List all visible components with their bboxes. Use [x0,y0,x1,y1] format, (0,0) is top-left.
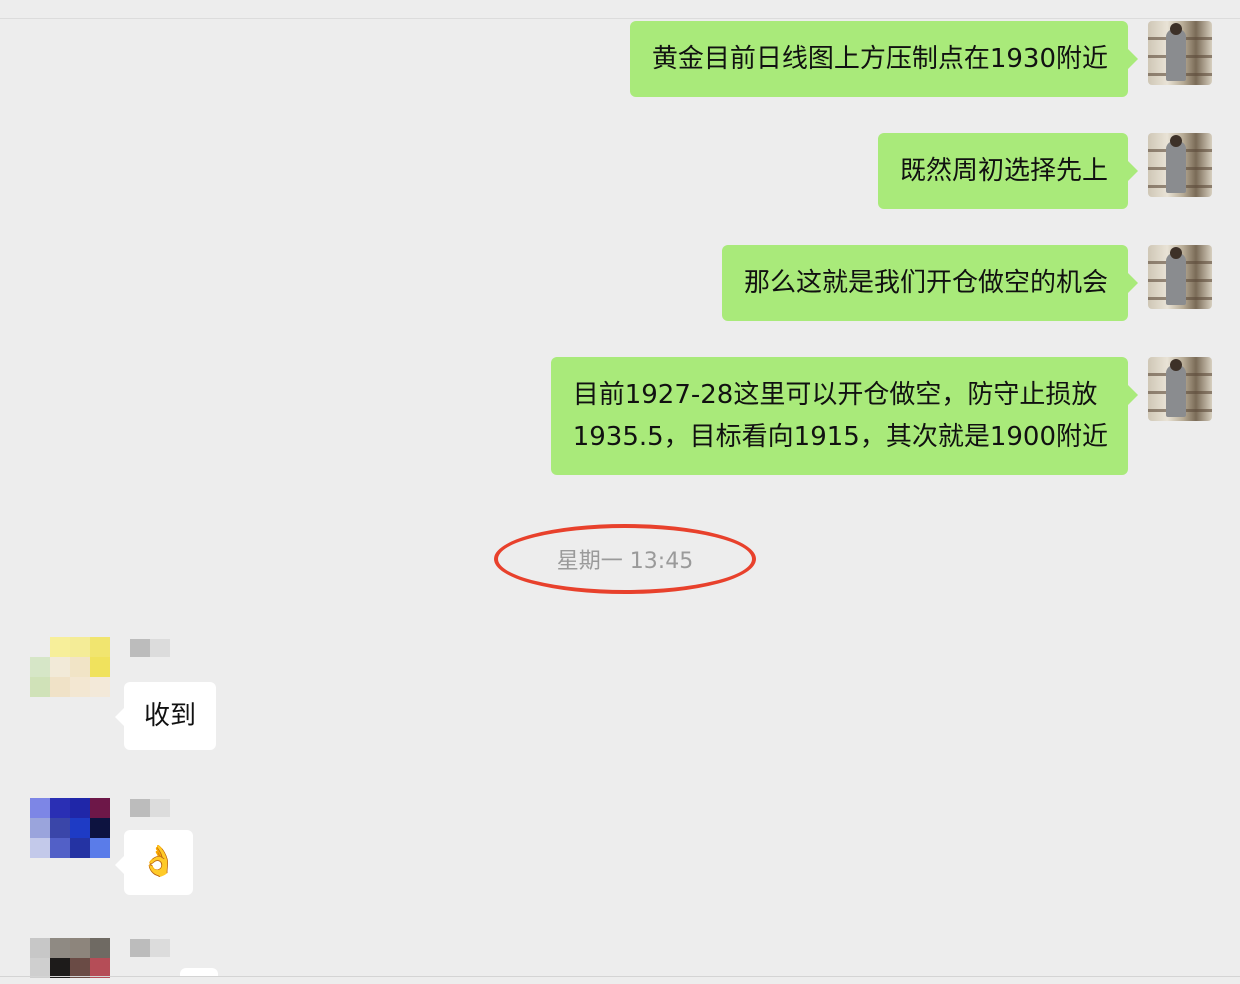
avatar[interactable] [30,637,110,697]
message-text: 黄金目前日线图上方压制点在1930附近 [651,44,1108,74]
avatar[interactable] [1148,21,1212,85]
message-row-outgoing: 既然周初选择先上 [877,133,1212,209]
avatar[interactable] [30,798,110,858]
sender-name [130,939,170,957]
message-bubble-incoming[interactable]: 收到 [114,682,217,750]
ok-hand-emoji: 👌 [140,844,178,879]
avatar[interactable] [1148,245,1212,309]
message-bubble-outgoing[interactable]: 既然周初选择先上 [877,133,1139,209]
message-row-outgoing: 黄金目前日线图上方压制点在1930附近 [629,21,1212,97]
message-bubble-outgoing[interactable]: 目前1927-28这里可以开仓做空，防守止损放 1935.5，目标看向1915，… [550,357,1139,475]
message-bubble-outgoing[interactable]: 那么这就是我们开仓做空的机会 [721,245,1139,321]
message-row-outgoing: 那么这就是我们开仓做空的机会 [721,245,1212,321]
sender-name [130,639,170,657]
message-text: 既然周初选择先上 [899,156,1108,186]
sender-name [130,799,170,817]
avatar[interactable] [30,938,110,978]
avatar[interactable] [1148,133,1212,197]
timestamp-divider: 星期一 13:45 [494,524,756,594]
message-bubble-outgoing[interactable]: 黄金目前日线图上方压制点在1930附近 [629,21,1139,97]
message-text-line: 目前1927-28这里可以开仓做空，防守止损放 [572,380,1098,410]
message-text: 那么这就是我们开仓做空的机会 [743,268,1108,298]
message-text: 收到 [144,701,197,731]
top-divider [0,18,1240,19]
message-row-outgoing: 目前1927-28这里可以开仓做空，防守止损放 1935.5，目标看向1915，… [550,357,1212,475]
message-bubble-incoming[interactable]: 👌 [114,830,194,895]
bottom-divider [0,976,1240,977]
message-text-line: 1935.5，目标看向1915，其次就是1900附近 [572,422,1108,452]
avatar[interactable] [1148,357,1212,421]
message-bubble-incoming[interactable] [180,968,218,976]
timestamp-label: 星期一 13:45 [556,549,694,574]
